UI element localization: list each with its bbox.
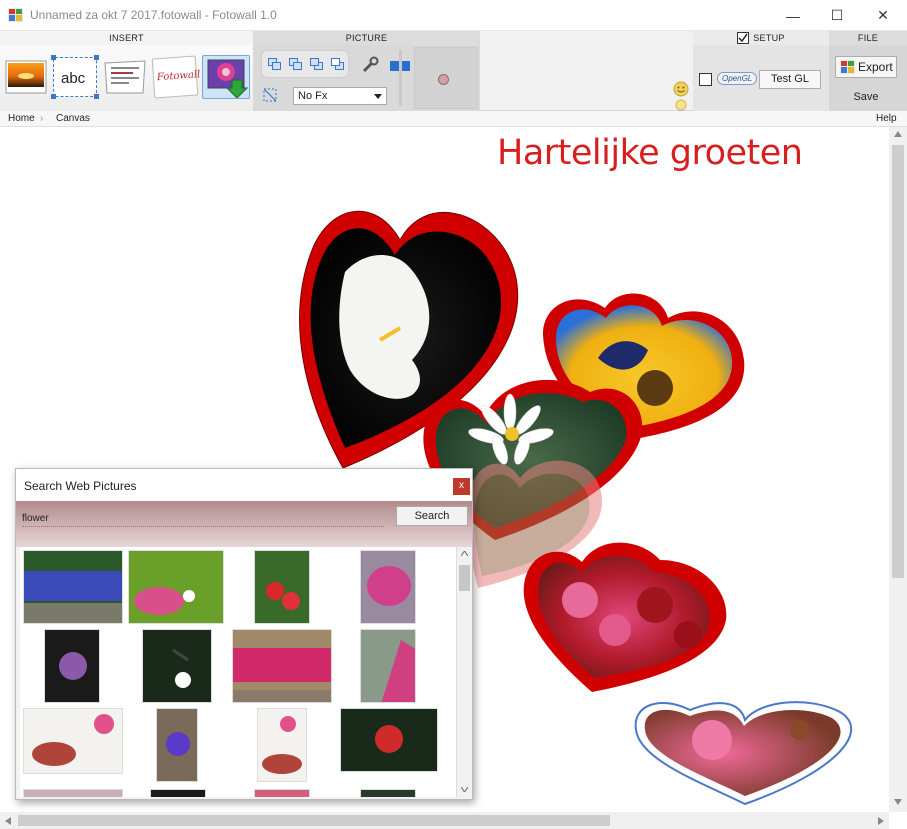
setup-group-header: SETUP: [693, 31, 829, 45]
opengl-checkbox[interactable]: [699, 73, 712, 86]
ribbon: INSERT abc Fotowall PICTURE No Fx SETUP …: [0, 31, 907, 134]
insert-group-header: INSERT: [0, 31, 253, 45]
result-thumbnail[interactable]: [360, 629, 416, 703]
canvas-horizontal-scrollbar[interactable]: [0, 812, 889, 829]
search-button[interactable]: Search: [396, 506, 468, 526]
text-tool-label: abc: [61, 70, 86, 87]
chevron-left-icon[interactable]: [5, 817, 11, 825]
word-art-button[interactable]: Fotowall: [151, 55, 201, 99]
dialog-close-button[interactable]: x: [453, 478, 470, 495]
setup-label: SETUP: [753, 33, 785, 43]
result-thumbnail[interactable]: [23, 708, 123, 774]
result-thumbnail[interactable]: [340, 708, 438, 772]
opacity-slider-track[interactable]: [399, 50, 402, 106]
setup-checkbox[interactable]: [737, 31, 750, 44]
result-thumbnail[interactable]: [254, 550, 310, 624]
export-icon: [840, 60, 855, 74]
horizontal-scroll-thumb[interactable]: [18, 815, 610, 826]
result-thumbnail[interactable]: [232, 629, 332, 703]
opengl-logo: OpenGL: [717, 72, 758, 85]
app-icon: [8, 8, 23, 22]
result-thumbnail[interactable]: [156, 708, 198, 782]
chevron-up-icon[interactable]: [894, 131, 902, 137]
smiley-icon[interactable]: [673, 81, 689, 97]
arrange-toolbar: [261, 50, 349, 78]
search-web-pictures-dialog: Search Web Pictures x Search: [15, 468, 473, 800]
results-scroll-thumb[interactable]: [459, 565, 470, 591]
export-label: Export: [858, 60, 893, 74]
heart-pink-rose[interactable]: [634, 701, 852, 806]
dialog-title: Search Web Pictures: [24, 479, 137, 493]
resize-handle-icon: [94, 94, 99, 99]
arrange-send-back-icon[interactable]: [331, 58, 345, 71]
newspaper-icon[interactable]: [103, 57, 147, 97]
wrench-icon[interactable]: [361, 56, 379, 74]
chevron-down-icon: [374, 94, 382, 99]
sunset-picture-icon[interactable]: [4, 57, 48, 97]
picture-group-header: PICTURE: [253, 31, 480, 45]
vertical-scroll-thumb[interactable]: [892, 145, 904, 578]
resize-handle-icon: [94, 55, 99, 60]
perspective-pad[interactable]: [414, 47, 478, 109]
arrange-lower-icon[interactable]: [310, 58, 324, 71]
resize-handle-icon: [51, 94, 56, 99]
fx-select[interactable]: No Fx: [293, 87, 387, 105]
fx-select-value: No Fx: [298, 90, 328, 102]
result-thumbnail[interactable]: [360, 550, 416, 624]
result-thumbnail[interactable]: [142, 629, 212, 703]
save-button[interactable]: Save: [835, 88, 897, 106]
maximize-button[interactable]: ☐: [814, 0, 860, 31]
help-link[interactable]: Help: [876, 111, 897, 126]
file-group-header: FILE: [829, 31, 907, 45]
result-thumbnail[interactable]: [23, 789, 123, 797]
result-thumbnail[interactable]: [128, 550, 224, 624]
result-thumbnail[interactable]: [23, 550, 123, 624]
result-thumbnail[interactable]: [150, 789, 206, 797]
minimize-button[interactable]: —: [770, 0, 816, 31]
dialog-title-bar[interactable]: Search Web Pictures x: [16, 469, 472, 501]
results-scrollbar[interactable]: [456, 547, 471, 797]
result-thumbnail[interactable]: [44, 629, 100, 703]
result-thumbnail[interactable]: [257, 708, 307, 782]
test-gl-button[interactable]: Test GL: [759, 70, 821, 89]
word-art-label: Fotowall: [156, 69, 201, 84]
arrange-raise-icon[interactable]: [289, 58, 303, 71]
web-picture-download-icon: [207, 59, 248, 98]
breadcrumb-bar: Home › Canvas Help: [0, 111, 907, 127]
perspective-handle[interactable]: [438, 74, 449, 85]
canvas-vertical-scrollbar[interactable]: [889, 127, 907, 812]
heart-roses[interactable]: [523, 542, 727, 692]
text-tool-button[interactable]: abc: [51, 55, 99, 99]
resize-handle-icon: [51, 55, 56, 60]
export-button[interactable]: Export: [835, 56, 897, 78]
result-thumbnail[interactable]: [360, 789, 416, 797]
web-picture-button[interactable]: [202, 55, 250, 99]
breadcrumb-canvas[interactable]: Canvas: [56, 111, 90, 126]
arrange-bring-front-icon[interactable]: [268, 58, 282, 71]
result-thumbnail[interactable]: [254, 789, 310, 797]
crop-icon[interactable]: [262, 87, 278, 103]
close-button[interactable]: ✕: [860, 0, 906, 31]
search-results-grid: [20, 547, 456, 797]
search-input[interactable]: [22, 510, 384, 527]
breadcrumb-separator-icon: ›: [40, 113, 44, 124]
check-icon: [738, 33, 748, 42]
chevron-right-icon[interactable]: [878, 817, 884, 825]
breadcrumb-home[interactable]: Home: [8, 111, 35, 126]
title-bar: Unnamed za okt 7 2017.fotowall - Fotowal…: [0, 0, 907, 31]
window-title: Unnamed za okt 7 2017.fotowall - Fotowal…: [30, 8, 277, 22]
fotowall-window: Unnamed za okt 7 2017.fotowall - Fotowal…: [0, 0, 907, 829]
dialog-search-bar: Search: [16, 501, 472, 547]
chevron-down-icon[interactable]: [461, 787, 468, 792]
chevron-up-icon[interactable]: [461, 551, 468, 556]
chevron-down-icon[interactable]: [894, 799, 902, 805]
